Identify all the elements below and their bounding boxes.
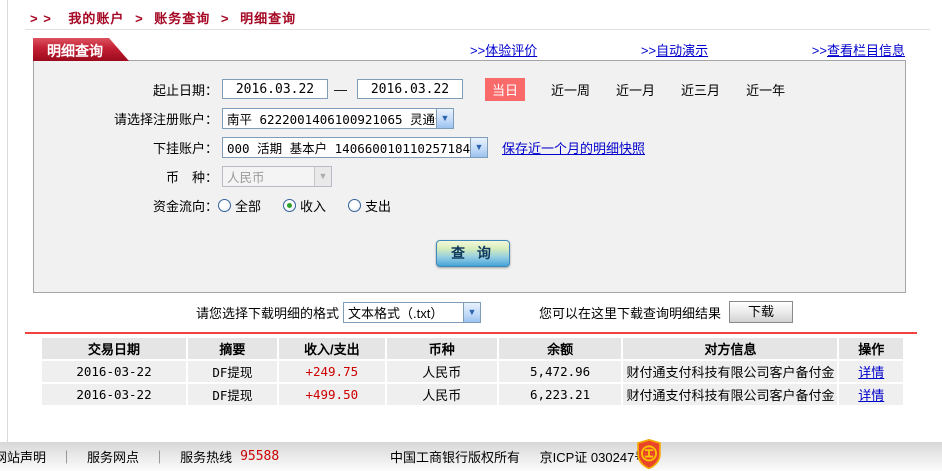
table-row: 2016-03-22 DF提现 +249.75 人民币 5,472.96 财付通… — [42, 361, 903, 382]
footer: 网站声明 ｜ 服务网点 ｜ 服务热线 95588 中国工商银行版权所有 京ICP… — [0, 439, 942, 471]
breadcrumb-divider — [25, 29, 930, 30]
breadcrumb-separator: > — [220, 11, 230, 26]
sub-account-label: 下挂账户： — [152, 140, 218, 156]
download-format-label: 请您选择下载明细的格式 — [196, 305, 340, 321]
detail-link[interactable]: 详情 — [858, 365, 884, 380]
breadcrumb: > > 我的账户 > 账务查询 > 明细查询 — [30, 8, 296, 27]
left-divider — [7, 0, 8, 442]
col-header-action: 操作 — [839, 338, 903, 359]
col-header-date: 交易日期 — [42, 338, 186, 359]
auto-demo-link[interactable]: >>自动演示 — [641, 40, 708, 59]
cell-counterparty: 财付通支付科技有限公司客户备付金 — [623, 384, 838, 405]
download-format-select[interactable]: 文本格式（.txt） ▼ — [343, 301, 482, 323]
radio-checked-icon — [283, 198, 297, 212]
breadcrumb-account-query[interactable]: 账务查询 — [154, 11, 210, 26]
today-button[interactable]: 当日 — [485, 77, 526, 101]
header-links: >>体验评价 >>自动演示 >>查看栏目信息 — [470, 40, 905, 59]
save-snapshot-link[interactable]: 保存近一个月的明细快照 — [502, 138, 645, 157]
hotline-label: 服务热线 — [180, 450, 233, 465]
cell-amount: +249.75 — [278, 361, 385, 382]
chevron-down-icon: ▼ — [436, 108, 453, 128]
register-account-row: 请选择注册账户： 南平 6222001406100921065 灵通卡 ▼ — [34, 107, 905, 129]
currency-label: 币 种： — [165, 169, 218, 185]
breadcrumb-my-account[interactable]: 我的账户 — [68, 11, 124, 26]
currency-row: 币 种： 人民币 ▼ — [34, 165, 905, 187]
cell-balance: 6,223.21 — [498, 384, 622, 405]
query-button[interactable]: 查 询 — [436, 240, 510, 267]
table-top-red-line — [25, 332, 917, 334]
flow-option-income[interactable]: 收入 — [283, 196, 326, 215]
icp-number: 京ICP证 030247号 — [539, 450, 648, 465]
flow-option-all[interactable]: 全部 — [218, 196, 261, 215]
radio-unchecked-icon — [218, 198, 231, 212]
experience-review-link[interactable]: >>体验评价 — [470, 40, 537, 59]
cell-date: 2016-03-22 — [42, 361, 186, 382]
download-button[interactable]: 下载 — [729, 301, 794, 323]
register-account-select[interactable]: 南平 6222001406100921065 灵通卡 ▼ — [222, 107, 454, 129]
breadcrumb-separator: > — [135, 11, 144, 26]
radio-unchecked-icon — [348, 198, 362, 212]
sub-account-select[interactable]: 000 活期 基本户 1406600101102571848 ▼ — [222, 136, 488, 158]
fund-flow-options: 全部 收入 支出 — [218, 196, 413, 215]
fund-flow-row: 资金流向： 全部 收入 支出 — [34, 194, 905, 216]
currency-select: 人民币 ▼ — [222, 165, 332, 187]
date-from-input[interactable] — [222, 79, 328, 99]
date-to-input[interactable] — [357, 79, 463, 99]
range-last-year[interactable]: 近一年 — [746, 80, 785, 99]
date-range-row: 起止日期： — 当日 近一周 近一月 近三月 近一年 — [34, 77, 905, 101]
footer-copyright: 中国工商银行版权所有 京ICP证 030247号 — [390, 447, 647, 466]
date-range-label: 起止日期： — [152, 82, 218, 98]
footer-links: 网站声明 ｜ 服务网点 ｜ 服务热线 95588 — [0, 447, 279, 466]
detail-query-page: > > 我的账户 > 账务查询 > 明细查询 明细查询 >>体验评价 >>自动演… — [0, 0, 942, 471]
col-header-counterparty: 对方信息 — [623, 338, 838, 359]
site-statement-link[interactable]: 网站声明 — [0, 447, 46, 466]
fund-flow-label: 资金流向： — [152, 198, 218, 214]
download-result-label: 您可以在这里下载查询明细结果 — [539, 305, 722, 321]
register-account-label: 请选择注册账户： — [113, 111, 218, 127]
table-row: 2016-03-22 DF提现 +499.50 人民币 6,223.21 财付通… — [42, 384, 903, 405]
chevron-down-icon: ▼ — [463, 302, 481, 322]
download-section: 请您选择下载明细的格式 文本格式（.txt） ▼ 您可以在这里下载查询明细结果 … — [0, 300, 942, 324]
col-header-summary: 摘要 — [187, 338, 277, 359]
flow-option-expense[interactable]: 支出 — [348, 196, 391, 215]
service-branches-link[interactable]: 服务网点 — [87, 447, 139, 466]
detail-link[interactable]: 详情 — [858, 388, 884, 403]
cell-balance: 5,472.96 — [498, 361, 622, 382]
copyright-text: 中国工商银行版权所有 — [390, 450, 521, 465]
query-form-panel: 起止日期： — 当日 近一周 近一月 近三月 近一年 请选择注册账户： 南平 6… — [33, 60, 906, 293]
cell-counterparty: 财付通支付科技有限公司客户备付金 — [623, 361, 838, 382]
cell-currency: 人民币 — [386, 384, 497, 405]
cell-currency: 人民币 — [386, 361, 497, 382]
tab-detail-query[interactable]: 明细查询 — [33, 38, 129, 61]
col-header-balance: 余额 — [498, 338, 622, 359]
column-info-link[interactable]: >>查看栏目信息 — [812, 40, 905, 59]
cell-summary: DF提现 — [187, 361, 277, 382]
date-separator: — — [334, 81, 347, 97]
chevron-down-icon: ▼ — [470, 137, 487, 157]
range-last-month[interactable]: 近一月 — [616, 80, 655, 99]
range-last-week[interactable]: 近一周 — [551, 80, 590, 99]
cell-amount: +499.50 — [278, 384, 385, 405]
query-button-row: 查 询 — [34, 240, 905, 267]
breadcrumb-detail-query[interactable]: 明细查询 — [240, 11, 296, 26]
chevron-down-icon: ▼ — [314, 166, 331, 186]
breadcrumb-prefix: > > — [30, 11, 52, 26]
cell-summary: DF提现 — [187, 384, 277, 405]
sub-account-row: 下挂账户： 000 活期 基本户 1406600101102571848 ▼ 保… — [34, 136, 905, 158]
transaction-table: 交易日期 摘要 收入/支出 币种 余额 对方信息 操作 2016-03-22 D… — [40, 336, 905, 407]
hotline-number: 95588 — [240, 449, 280, 464]
icbc-shield-logo-icon — [637, 439, 661, 469]
table-header-row: 交易日期 摘要 收入/支出 币种 余额 对方信息 操作 — [42, 338, 903, 359]
col-header-currency: 币种 — [386, 338, 497, 359]
cell-date: 2016-03-22 — [42, 384, 186, 405]
range-last-3-months[interactable]: 近三月 — [681, 80, 720, 99]
col-header-amount: 收入/支出 — [278, 338, 385, 359]
